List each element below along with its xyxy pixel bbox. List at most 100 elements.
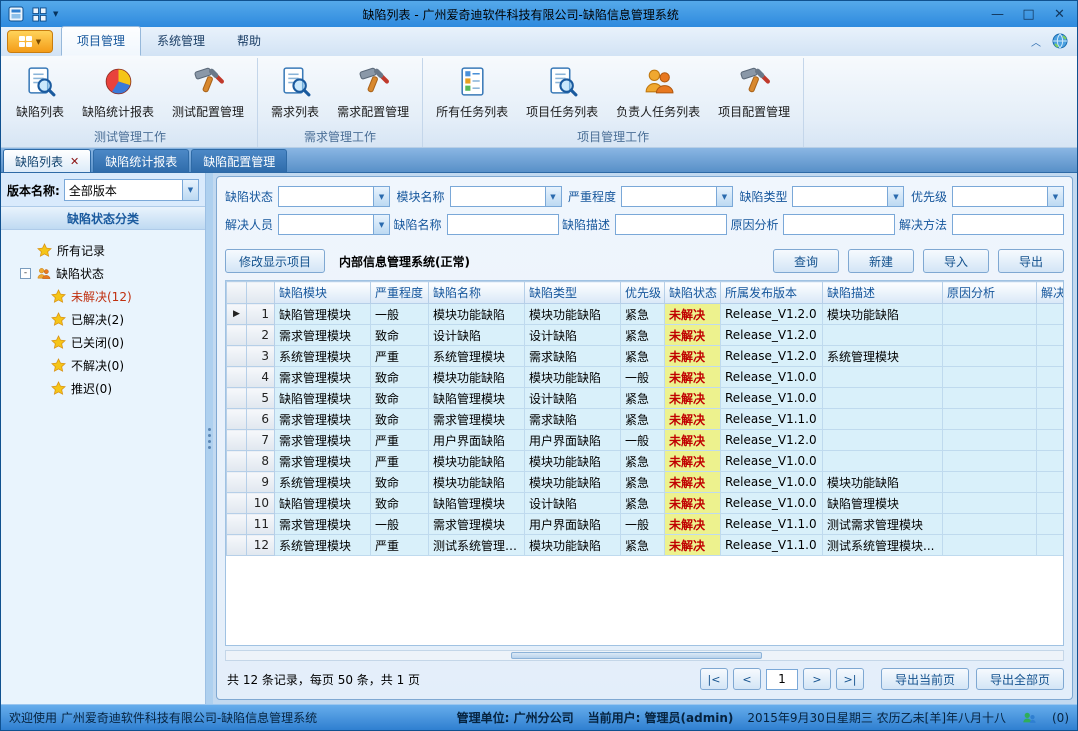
ribbon-button[interactable]: 缺陷统计报表: [74, 60, 162, 123]
grid-cell[interactable]: 未解决: [665, 367, 721, 388]
table-row[interactable]: 4需求管理模块致命模块功能缺陷模块功能缺陷一般未解决Release_V1.0.0: [227, 367, 1065, 388]
grid-cell[interactable]: [823, 325, 943, 346]
grid-cell[interactable]: [943, 304, 1037, 325]
grid-cell[interactable]: [943, 514, 1037, 535]
modify-columns-button[interactable]: 修改显示项目: [225, 249, 325, 273]
maximize-button[interactable]: □: [1014, 4, 1043, 24]
filter-input[interactable]: [952, 214, 1064, 235]
close-tab-icon[interactable]: ✕: [70, 155, 79, 168]
grid-cell[interactable]: 设计缺陷: [525, 388, 621, 409]
filter-input[interactable]: [783, 214, 895, 235]
grid-cell[interactable]: Release_V1.2.0: [721, 304, 823, 325]
grid-cell[interactable]: [1037, 388, 1065, 409]
grid-cell[interactable]: [823, 430, 943, 451]
grid-cell[interactable]: 模块功能缺陷: [429, 304, 525, 325]
scrollbar-thumb[interactable]: [511, 652, 762, 659]
app-menu-button[interactable]: ▼: [7, 30, 53, 53]
grid-cell[interactable]: 需求管理模块: [429, 514, 525, 535]
grid-cell[interactable]: 致命: [371, 493, 429, 514]
new-button[interactable]: 新建: [848, 249, 914, 273]
grid-cell[interactable]: 紧急: [621, 388, 665, 409]
grid-cell[interactable]: 需求缺陷: [525, 346, 621, 367]
grid-cell[interactable]: 系统管理模块: [275, 346, 371, 367]
globe-icon[interactable]: [1051, 32, 1069, 50]
table-row[interactable]: 11需求管理模块一般需求管理模块用户界面缺陷一般未解决Release_V1.1.…: [227, 514, 1065, 535]
ribbon-button[interactable]: 缺陷列表: [8, 60, 72, 123]
pager-next-button[interactable]: >: [803, 668, 831, 690]
grid-cell[interactable]: 系统管理模块: [275, 472, 371, 493]
grid-cell[interactable]: 严重: [371, 430, 429, 451]
grid-cell[interactable]: [1037, 367, 1065, 388]
grid-cell[interactable]: Release_V1.2.0: [721, 346, 823, 367]
minimize-button[interactable]: —: [983, 4, 1012, 24]
ribbon-button[interactable]: 测试配置管理: [164, 60, 252, 123]
export-current-page-button[interactable]: 导出当前页: [881, 668, 969, 690]
page-number-input[interactable]: [766, 669, 798, 690]
export-all-pages-button[interactable]: 导出全部页: [976, 668, 1064, 690]
grid-cell[interactable]: 设计缺陷: [429, 325, 525, 346]
grid-cell[interactable]: 需求管理模块: [275, 430, 371, 451]
grid-cell[interactable]: 严重: [371, 451, 429, 472]
table-row[interactable]: ▶1缺陷管理模块一般模块功能缺陷模块功能缺陷紧急未解决Release_V1.2.…: [227, 304, 1065, 325]
grid-cell[interactable]: 用户界面缺陷: [429, 430, 525, 451]
grid-cell[interactable]: 设计缺陷: [525, 493, 621, 514]
collapse-ribbon-icon[interactable]: ︿: [1031, 34, 1041, 49]
grid-cell[interactable]: 紧急: [621, 409, 665, 430]
grid-column-header[interactable]: 原因分析: [943, 282, 1037, 304]
table-row[interactable]: 12系统管理模块严重测试系统管理模...模块功能缺陷紧急未解决Release_V…: [227, 535, 1065, 556]
filter-input[interactable]: [447, 214, 559, 235]
grid-cell[interactable]: 缺陷管理模块: [275, 304, 371, 325]
document-tab[interactable]: 缺陷配置管理: [191, 149, 287, 172]
tree-item-status[interactable]: 推迟(0): [5, 377, 201, 400]
grid-column-header[interactable]: 解决方法: [1037, 282, 1065, 304]
table-row[interactable]: 3系统管理模块严重系统管理模块需求缺陷紧急未解决Release_V1.2.0系统…: [227, 346, 1065, 367]
grid-column-header[interactable]: 缺陷名称: [429, 282, 525, 304]
grid-cell[interactable]: 致命: [371, 472, 429, 493]
horizontal-scrollbar[interactable]: [225, 650, 1064, 661]
grid-cell[interactable]: 缺陷管理模块: [429, 493, 525, 514]
grid-cell[interactable]: Release_V1.1.0: [721, 535, 823, 556]
grid-cell[interactable]: 模块功能缺陷: [823, 304, 943, 325]
grid-cell[interactable]: 紧急: [621, 472, 665, 493]
grid-cell[interactable]: [823, 367, 943, 388]
grid-cell[interactable]: 需求管理模块: [275, 451, 371, 472]
grid-cell[interactable]: [1037, 451, 1065, 472]
grid-cell[interactable]: Release_V1.1.0: [721, 409, 823, 430]
grid-cell[interactable]: Release_V1.0.0: [721, 451, 823, 472]
grid-cell[interactable]: 致命: [371, 388, 429, 409]
table-row[interactable]: 6需求管理模块致命需求管理模块需求缺陷紧急未解决Release_V1.1.0: [227, 409, 1065, 430]
grid-cell[interactable]: 未解决: [665, 430, 721, 451]
grid-column-header[interactable]: 所属发布版本: [721, 282, 823, 304]
ribbon-tab[interactable]: 项目管理: [61, 26, 141, 56]
grid-cell[interactable]: 模块功能缺陷: [429, 367, 525, 388]
chevron-down-icon[interactable]: ▼: [1047, 187, 1063, 206]
grid-cell[interactable]: [943, 367, 1037, 388]
ribbon-tab[interactable]: 系统管理: [141, 26, 221, 56]
grid-column-header[interactable]: 优先级: [621, 282, 665, 304]
grid-cell[interactable]: 未解决: [665, 535, 721, 556]
table-row[interactable]: 8需求管理模块严重模块功能缺陷模块功能缺陷紧急未解决Release_V1.0.0: [227, 451, 1065, 472]
grid-cell[interactable]: 系统管理模块: [429, 346, 525, 367]
grid-cell[interactable]: Release_V1.0.0: [721, 472, 823, 493]
tree-item-status[interactable]: 未解决(12): [5, 285, 201, 308]
tree-expander-icon[interactable]: -: [20, 268, 31, 279]
ribbon-button[interactable]: 项目任务列表: [518, 60, 606, 123]
grid-cell[interactable]: 紧急: [621, 325, 665, 346]
filter-combobox[interactable]: ▼: [792, 186, 904, 207]
filter-combobox[interactable]: ▼: [278, 186, 390, 207]
grid-cell[interactable]: 紧急: [621, 346, 665, 367]
grid-column-header[interactable]: 缺陷描述: [823, 282, 943, 304]
grid-cell[interactable]: 模块功能缺陷: [429, 472, 525, 493]
grid-cell[interactable]: 系统管理模块: [823, 346, 943, 367]
grid-cell[interactable]: 紧急: [621, 535, 665, 556]
export-button[interactable]: 导出: [998, 249, 1064, 273]
close-button[interactable]: ✕: [1045, 4, 1074, 24]
grid-cell[interactable]: [943, 493, 1037, 514]
grid-cell[interactable]: 测试系统管理模块...: [823, 535, 943, 556]
grid-cell[interactable]: 测试系统管理模...: [429, 535, 525, 556]
grid-cell[interactable]: 用户界面缺陷: [525, 430, 621, 451]
grid-cell[interactable]: 未解决: [665, 346, 721, 367]
grid-cell[interactable]: 需求管理模块: [275, 409, 371, 430]
ribbon-tab[interactable]: 帮助: [221, 26, 277, 56]
grid-cell[interactable]: [1037, 409, 1065, 430]
